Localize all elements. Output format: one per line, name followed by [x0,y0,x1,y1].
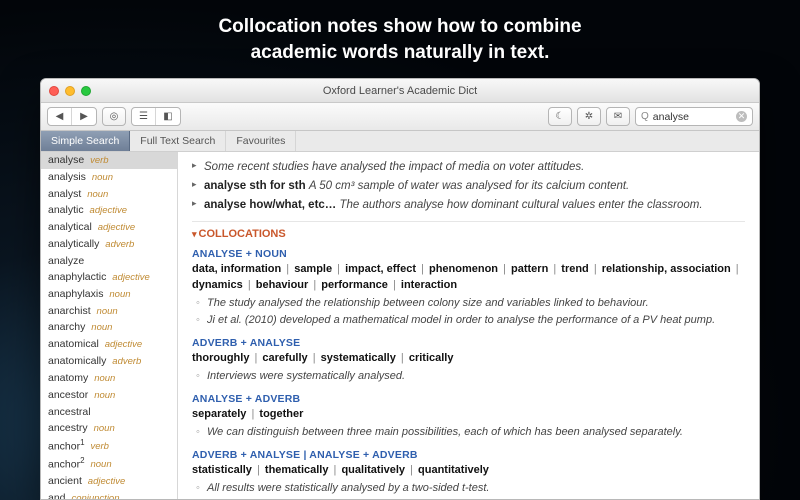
nav-segment: ◀ ▶ [47,107,97,126]
sidebar-item[interactable]: anaphylaxis noun [41,286,177,303]
sidebar-item[interactable]: anarchy noun [41,319,177,336]
collocation-words: thoroughly | carefully | systematically … [192,351,745,367]
usage-example: analyse how/what, etc… The authors analy… [192,197,745,213]
sidebar-item[interactable]: anarchist noun [41,303,177,320]
sidebar-item[interactable]: analytically adverb [41,236,177,253]
sidebar-item[interactable]: anchor2 noun [41,455,177,473]
search-mode-tabs: Simple Search Full Text Search Favourite… [41,131,759,152]
collocation-example: Interviews were systematically analysed. [196,369,745,385]
entry-content[interactable]: Some recent studies have analysed the im… [178,152,759,499]
back-button[interactable]: ◀ [48,108,72,125]
sidebar-item[interactable]: analyze [41,253,177,269]
sidebar-item[interactable]: ancestry noun [41,420,177,437]
collocation-pattern: ANALYSE + NOUN [192,248,745,260]
night-mode-button[interactable]: ☾ [548,107,572,126]
settings-button[interactable]: ✲ [577,107,601,126]
collocation-example: We can distinguish between three main po… [196,425,745,441]
collocation-words: separately | together [192,407,745,423]
sidebar-item[interactable]: anaphylactic adjective [41,269,177,286]
search-value: analyse [653,111,689,123]
collocation-pattern: ADVERB + ANALYSE | ANALYSE + ADVERB [192,449,745,461]
collocation-words: data, information | sample | impact, eff… [192,262,745,294]
sidebar-item[interactable]: anchor1 verb [41,437,177,455]
tab-simple-search[interactable]: Simple Search [41,131,130,151]
promo-caption: Collocation notes show how to combine ac… [0,0,800,73]
toolbar: ◀ ▶ ◎ ☰ ◧ ☾ ✲ ✉ Q analyse ✕ [41,103,759,131]
usage-example: analyse sth for sth A 50 cm³ sample of w… [192,178,745,194]
collocation-pattern: ADVERB + ANALYSE [192,337,745,349]
list-view-button[interactable]: ☰ [132,108,156,125]
tab-favourites[interactable]: Favourites [226,131,296,151]
collocation-example: All results were statistically analysed … [196,481,745,497]
collocations-header: ▾COLLOCATIONS [192,228,745,240]
sidebar-item[interactable]: analysis noun [41,169,177,186]
panel-view-button[interactable]: ◧ [156,108,180,125]
sidebar-item[interactable]: ancestral [41,404,177,420]
share-button[interactable]: ✉ [606,107,630,126]
app-window: Oxford Learner's Academic Dict ◀ ▶ ◎ ☰ ◧… [40,78,760,500]
caption-line1: Collocation notes show how to combine [0,14,800,40]
sidebar-item[interactable]: and conjunction [41,490,177,499]
usage-example: Some recent studies have analysed the im… [192,159,745,175]
search-icon: Q [641,111,649,122]
sidebar-item[interactable]: analyst noun [41,186,177,203]
collocation-pattern: ANALYSE + ADVERB [192,393,745,405]
word-list-sidebar[interactable]: analyse verbanalysis nounanalyst nounana… [41,152,178,499]
titlebar: Oxford Learner's Academic Dict [41,79,759,103]
view-toggle-button[interactable]: ◎ [102,107,126,126]
sidebar-item[interactable]: ancient adjective [41,473,177,490]
search-field[interactable]: Q analyse ✕ [635,107,753,126]
collocation-words: statistically | thematically | qualitati… [192,463,745,479]
sidebar-item[interactable]: anatomy noun [41,370,177,387]
sidebar-item[interactable]: anatomically adverb [41,353,177,370]
sidebar-item[interactable]: anatomical adjective [41,336,177,353]
collocation-example: The study analysed the relationship betw… [196,296,745,312]
tab-full-text-search[interactable]: Full Text Search [130,131,226,151]
window-title: Oxford Learner's Academic Dict [41,85,759,97]
sidebar-item[interactable]: analytical adjective [41,219,177,236]
layout-segment: ☰ ◧ [131,107,181,126]
sidebar-item[interactable]: ancestor noun [41,387,177,404]
caption-line2: academic words naturally in text. [0,40,800,66]
sidebar-item[interactable]: analyse verb [41,152,177,169]
clear-search-button[interactable]: ✕ [736,111,747,122]
forward-button[interactable]: ▶ [72,108,96,125]
collocation-example: Ji et al. (2010) developed a mathematica… [196,313,745,329]
sidebar-item[interactable]: analytic adjective [41,202,177,219]
collocation-example: The data were analysed qualitatively and… [196,498,745,499]
